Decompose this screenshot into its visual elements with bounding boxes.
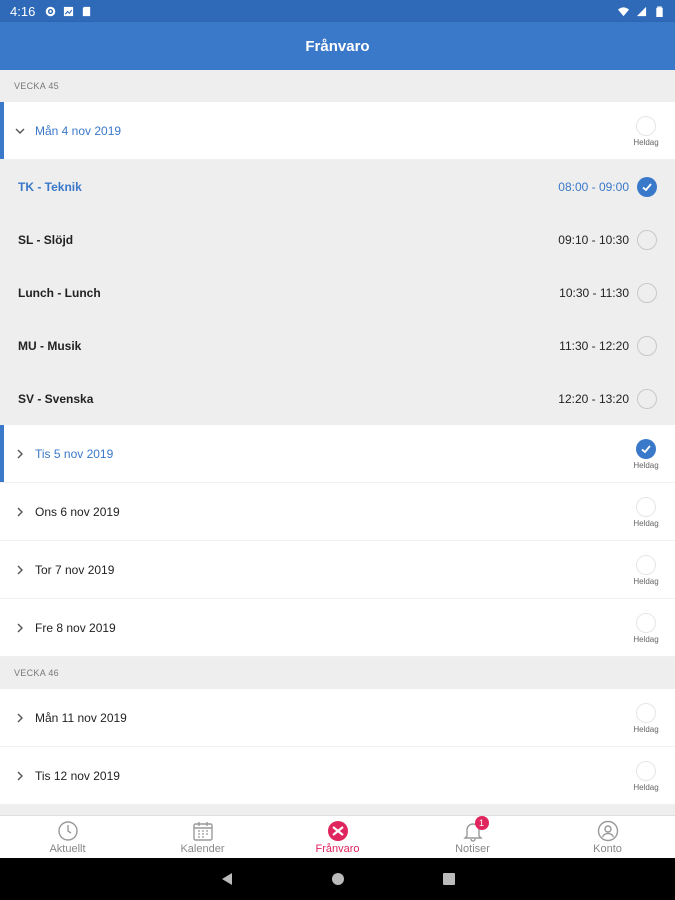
status-time: 4:16 [10,3,36,19]
lesson-name: MU - Musik [18,338,82,353]
day-row[interactable]: Ons 6 nov 2019 Heldag [0,483,675,541]
day-row[interactable]: Tis 5 nov 2019 Heldag [0,425,675,483]
lesson-name: Lunch - Lunch [18,285,101,300]
tab-franvaro[interactable]: Frånvaro [270,816,405,858]
chevron-right-icon [14,712,26,724]
signal-icon [636,6,647,16]
day-label: Tis 12 nov 2019 [35,768,120,783]
image-icon [64,6,74,16]
chevron-right-icon [14,622,26,634]
day-label: Mån 11 nov 2019 [35,710,127,725]
absence-list[interactable]: VECKA 45 Mån 4 nov 2019 Heldag TK - Tekn… [0,70,675,815]
tab-kalender[interactable]: Kalender [135,816,270,858]
checkmark-icon[interactable] [637,176,657,197]
day-row[interactable]: Tor 7 nov 2019 Heldag [0,541,675,599]
lesson-row[interactable]: MU - Musik 11:30 - 12:20 [0,319,675,372]
full-day-toggle[interactable]: Heldag [629,611,663,644]
settings-icon [46,6,56,16]
notification-badge: 1 [474,816,489,830]
battery-icon [656,5,663,17]
full-day-toggle[interactable]: Heldag [629,437,663,470]
radio-unchecked-icon [636,703,656,723]
full-day-label: Heldag [633,635,659,644]
lesson-time: 11:30 - 12:20 [559,338,629,353]
radio-unchecked-icon [636,497,656,517]
radio-unchecked-icon [636,116,656,136]
page-title: Frånvaro [305,37,370,55]
absence-icon [327,820,348,841]
tab-notiser[interactable]: 1 Notiser [405,816,540,858]
day-row[interactable]: Mån 11 nov 2019 Heldag [0,689,675,747]
sd-card-icon [83,6,91,16]
lesson-row[interactable]: TK - Teknik 08:00 - 09:00 [0,160,675,213]
day-row[interactable]: Fre 8 nov 2019 Heldag [0,599,675,657]
full-day-label: Heldag [633,783,659,792]
tab-label: Aktuellt [49,842,86,855]
day-row[interactable]: Tis 12 nov 2019 Heldag [0,747,675,805]
app-header: Frånvaro [0,22,675,70]
radio-unchecked-icon[interactable] [637,282,657,303]
day-label: Fre 8 nov 2019 [35,620,116,635]
full-day-label: Heldag [633,577,659,586]
day-label: Tor 7 nov 2019 [35,562,115,577]
day-label: Mån 4 nov 2019 [35,123,122,138]
status-bar: 4:16 [0,0,675,22]
radio-unchecked-icon[interactable] [637,388,657,409]
lesson-name: SV - Svenska [18,391,94,406]
back-icon[interactable] [219,871,235,887]
checkmark-icon [636,439,656,459]
bottom-tab-bar: Aktuellt Kalender Frånvaro 1 Notiser Kon… [0,815,675,858]
chevron-right-icon [14,448,26,460]
tab-label: Notiser [455,842,490,855]
radio-unchecked-icon[interactable] [637,229,657,250]
full-day-label: Heldag [633,519,659,528]
lesson-row[interactable]: Lunch - Lunch 10:30 - 11:30 [0,266,675,319]
full-day-toggle[interactable]: Heldag [629,553,663,586]
full-day-toggle[interactable]: Heldag [629,759,663,792]
day-label: Tis 5 nov 2019 [35,446,114,461]
full-day-label: Heldag [633,138,659,147]
full-day-label: Heldag [633,725,659,734]
radio-unchecked-icon[interactable] [637,335,657,356]
home-icon[interactable] [330,871,346,887]
full-day-toggle[interactable]: Heldag [629,701,663,734]
tab-konto[interactable]: Konto [540,816,675,858]
day-label: Ons 6 nov 2019 [35,504,120,519]
radio-unchecked-icon [636,761,656,781]
lesson-time: 10:30 - 11:30 [559,285,629,300]
tab-label: Frånvaro [315,842,360,855]
full-day-toggle[interactable]: Heldag [629,114,663,147]
chevron-right-icon [14,506,26,518]
tab-label: Konto [593,842,622,855]
lesson-time: 08:00 - 09:00 [558,179,629,194]
wifi-icon [618,6,629,16]
tab-label: Kalender [180,842,225,855]
lesson-time: 09:10 - 10:30 [558,232,629,247]
clock-icon [57,820,78,841]
full-day-label: Heldag [633,461,659,470]
week-header: VECKA 46 [0,657,675,689]
chevron-down-icon [14,125,26,137]
system-nav-bar [0,858,675,900]
chevron-right-icon [14,770,26,782]
chevron-right-icon [14,564,26,576]
account-icon [597,820,618,841]
lesson-row[interactable]: SV - Svenska 12:20 - 13:20 [0,372,675,425]
lesson-time: 12:20 - 13:20 [558,391,629,406]
radio-unchecked-icon [636,555,656,575]
tab-aktuellt[interactable]: Aktuellt [0,816,135,858]
full-day-toggle[interactable]: Heldag [629,495,663,528]
radio-unchecked-icon [636,613,656,633]
calendar-icon [192,821,213,841]
lesson-name: TK - Teknik [18,179,82,194]
lesson-name: SL - Slöjd [18,232,74,247]
day-row[interactable]: Mån 4 nov 2019 Heldag [0,102,675,160]
lesson-row[interactable]: SL - Slöjd 09:10 - 10:30 [0,213,675,266]
recents-icon[interactable] [441,871,457,887]
week-header: VECKA 45 [0,70,675,102]
